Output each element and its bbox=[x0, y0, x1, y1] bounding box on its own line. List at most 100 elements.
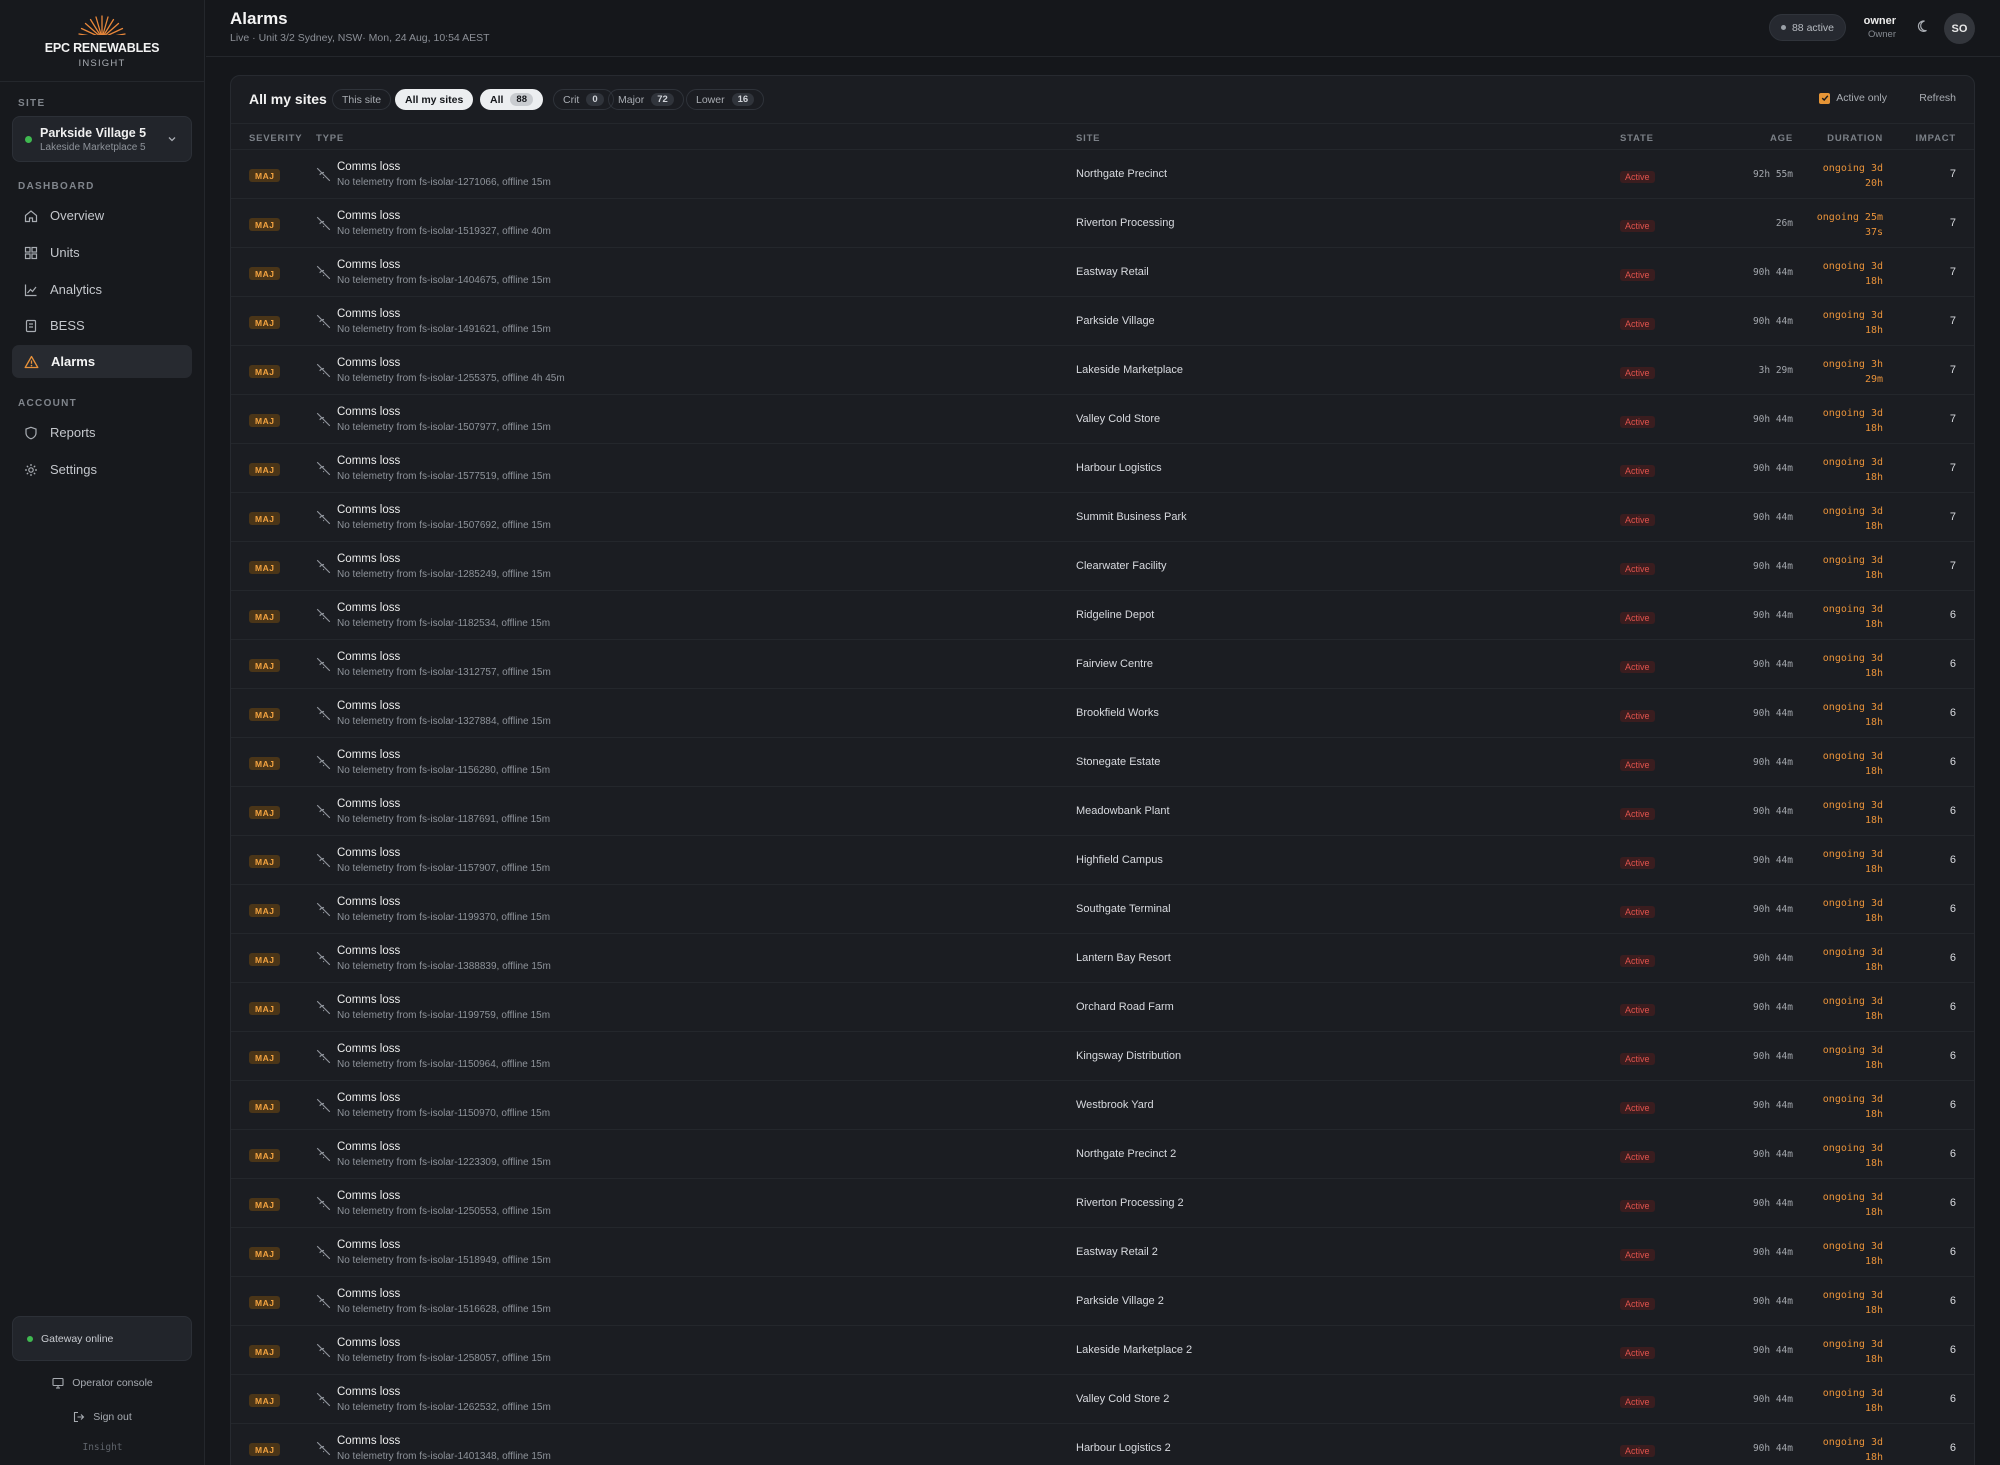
active-count-label: 88 active bbox=[1791, 21, 1834, 34]
nav-item-reports[interactable]: Reports bbox=[12, 416, 192, 449]
table-row[interactable]: MAJ Comms loss No telemetry from fs-isolar… bbox=[231, 983, 1974, 1032]
table-row[interactable]: MAJ Comms loss No telemetry from fs-isolar… bbox=[231, 836, 1974, 885]
scope-all-sites-tab[interactable]: All my sites bbox=[395, 89, 474, 110]
monitor-icon bbox=[52, 1377, 64, 1389]
alarm-site[interactable]: Summit Business Park bbox=[1076, 511, 1187, 523]
operator-console-link[interactable]: Operator console bbox=[0, 1377, 205, 1389]
alarm-site[interactable]: Westbrook Yard bbox=[1076, 1099, 1154, 1111]
filter-crit-chip[interactable]: Crit 0 bbox=[553, 89, 614, 110]
column-age[interactable]: AGE bbox=[1770, 133, 1793, 144]
table-row[interactable]: MAJ Comms loss No telemetry from fs-isolar… bbox=[231, 297, 1974, 346]
alarm-site[interactable]: Northgate Precinct bbox=[1076, 168, 1167, 180]
table-row[interactable]: MAJ Comms loss No telemetry from fs-isolar… bbox=[231, 248, 1974, 297]
alarm-site[interactable]: Harbour Logistics bbox=[1076, 462, 1162, 474]
alarm-type: Comms loss bbox=[337, 1288, 401, 1300]
user-info[interactable]: owner Owner bbox=[1864, 15, 1896, 40]
status-badge: Active bbox=[1620, 367, 1655, 379]
avatar[interactable]: SO bbox=[1944, 13, 1975, 44]
alarm-site[interactable]: Parkside Village 2 bbox=[1076, 1295, 1164, 1307]
nav-item-analytics[interactable]: Analytics bbox=[12, 273, 192, 306]
nav-item-overview[interactable]: Overview bbox=[12, 199, 192, 232]
table-row[interactable]: MAJ Comms loss No telemetry from fs-isolar… bbox=[231, 787, 1974, 836]
alarm-site[interactable]: Valley Cold Store 2 bbox=[1076, 1393, 1169, 1405]
column-site[interactable]: SITE bbox=[1076, 133, 1100, 144]
active-only-checkbox[interactable] bbox=[1819, 92, 1831, 104]
table-row[interactable]: MAJ Comms loss No telemetry from fs-isolar… bbox=[231, 1277, 1974, 1326]
table-row[interactable]: MAJ Comms loss No telemetry from fs-isolar… bbox=[231, 934, 1974, 983]
table-row[interactable]: MAJ Comms loss No telemetry from fs-isolar… bbox=[231, 395, 1974, 444]
table-row[interactable]: MAJ Comms loss No telemetry from fs-isolar… bbox=[231, 738, 1974, 787]
table-row[interactable]: MAJ Comms loss No telemetry from fs-isolar… bbox=[231, 1179, 1974, 1228]
alarm-site[interactable]: Riverton Processing 2 bbox=[1076, 1197, 1184, 1209]
nav-item-alarms[interactable]: Alarms bbox=[12, 345, 192, 378]
table-row[interactable]: MAJ Comms loss No telemetry from fs-isolar… bbox=[231, 444, 1974, 493]
nav-item-bess[interactable]: BESS bbox=[12, 309, 192, 342]
active-count-badge[interactable]: 88 active bbox=[1768, 14, 1846, 41]
table-row[interactable]: MAJ Comms loss No telemetry from fs-isolar… bbox=[231, 885, 1974, 934]
filter-all-chip[interactable]: All 88 bbox=[480, 89, 543, 110]
alarm-site[interactable]: Lakeside Marketplace 2 bbox=[1076, 1344, 1192, 1356]
table-row[interactable]: MAJ Comms loss No telemetry from fs-isolar… bbox=[231, 1081, 1974, 1130]
alarm-site[interactable]: Highfield Campus bbox=[1076, 854, 1163, 866]
table-row[interactable]: MAJ Comms loss No telemetry from fs-isolar… bbox=[231, 1375, 1974, 1424]
alarm-site[interactable]: Valley Cold Store bbox=[1076, 413, 1160, 425]
alarm-duration: ongoing 3d 18h bbox=[1803, 308, 1883, 338]
alarm-site[interactable]: Meadowbank Plant bbox=[1076, 805, 1170, 817]
active-only-toggle[interactable]: Active only bbox=[1819, 92, 1887, 104]
alarm-site[interactable]: Brookfield Works bbox=[1076, 707, 1159, 719]
table-row[interactable]: MAJ Comms loss No telemetry from fs-isolar… bbox=[231, 542, 1974, 591]
alarm-site[interactable]: Stonegate Estate bbox=[1076, 756, 1160, 768]
filter-major-chip[interactable]: Major 72 bbox=[608, 89, 684, 110]
duration-line-2: 18h bbox=[1864, 1305, 1883, 1316]
sign-out-link[interactable]: Sign out bbox=[0, 1411, 205, 1423]
table-row[interactable]: MAJ Comms loss No telemetry from fs-isolar… bbox=[231, 1228, 1974, 1277]
alarm-site[interactable]: Clearwater Facility bbox=[1076, 560, 1166, 572]
column-state[interactable]: STATE bbox=[1620, 133, 1654, 144]
table-row[interactable]: MAJ Comms loss No telemetry from fs-isolar… bbox=[231, 689, 1974, 738]
duration-line-1: ongoing 3d bbox=[1822, 1143, 1883, 1154]
scope-this-site-tab[interactable]: This site bbox=[332, 89, 392, 110]
column-impact[interactable]: IMPACT bbox=[1915, 133, 1956, 144]
nav-item-settings[interactable]: Settings bbox=[12, 453, 192, 486]
alarm-site[interactable]: Northgate Precinct 2 bbox=[1076, 1148, 1176, 1160]
alarm-site[interactable]: Ridgeline Depot bbox=[1076, 609, 1154, 621]
signal-off-icon bbox=[316, 902, 331, 917]
table-row[interactable]: MAJ Comms loss No telemetry from fs-isolar… bbox=[231, 1326, 1974, 1375]
alarm-site[interactable]: Kingsway Distribution bbox=[1076, 1050, 1181, 1062]
alarm-site[interactable]: Lakeside Marketplace bbox=[1076, 364, 1183, 376]
table-row[interactable]: MAJ Comms loss No telemetry from fs-isolar… bbox=[231, 199, 1974, 248]
gateway-status-label: Gateway online bbox=[41, 1332, 114, 1345]
severity-badge: MAJ bbox=[249, 659, 281, 672]
table-row[interactable]: MAJ Comms loss No telemetry from fs-isolar… bbox=[231, 591, 1974, 640]
alarm-site[interactable]: Lantern Bay Resort bbox=[1076, 952, 1171, 964]
alarm-site[interactable]: Parkside Village bbox=[1076, 315, 1155, 327]
alarm-site[interactable]: Eastway Retail 2 bbox=[1076, 1246, 1158, 1258]
refresh-button[interactable]: Refresh bbox=[1919, 92, 1956, 104]
duration-line-1: ongoing 3d bbox=[1822, 947, 1883, 958]
table-row[interactable]: MAJ Comms loss No telemetry from fs-isolar… bbox=[231, 346, 1974, 395]
table-row[interactable]: MAJ Comms loss No telemetry from fs-isolar… bbox=[231, 1032, 1974, 1081]
status-badge: Active bbox=[1620, 1102, 1655, 1114]
alarm-site[interactable]: Southgate Terminal bbox=[1076, 903, 1171, 915]
table-row[interactable]: MAJ Comms loss No telemetry from fs-isolar… bbox=[231, 640, 1974, 689]
column-duration[interactable]: DURATION bbox=[1827, 133, 1883, 144]
alarm-site[interactable]: Eastway Retail bbox=[1076, 266, 1149, 278]
column-severity[interactable]: SEVERITY bbox=[249, 133, 302, 144]
brand-logo[interactable]: EPC RENEWABLES INSIGHT bbox=[0, 0, 204, 82]
alarm-age: 90h 44m bbox=[1752, 1296, 1793, 1307]
alarm-site[interactable]: Harbour Logistics 2 bbox=[1076, 1442, 1171, 1454]
filter-lower-chip[interactable]: Lower 16 bbox=[686, 89, 765, 110]
table-row[interactable]: MAJ Comms loss No telemetry from fs-isolar… bbox=[231, 1130, 1974, 1179]
table-row[interactable]: MAJ Comms loss No telemetry from fs-isolar… bbox=[231, 150, 1974, 199]
alarm-site[interactable]: Fairview Centre bbox=[1076, 658, 1153, 670]
table-row[interactable]: MAJ Comms loss No telemetry from fs-isolar… bbox=[231, 493, 1974, 542]
table-row[interactable]: MAJ Comms loss No telemetry from fs-isolar… bbox=[231, 1424, 1974, 1465]
nav-item-units[interactable]: Units bbox=[12, 236, 192, 269]
theme-toggle-moon-icon[interactable] bbox=[1916, 19, 1931, 34]
alarm-site[interactable]: Riverton Processing bbox=[1076, 217, 1174, 229]
column-type[interactable]: TYPE bbox=[316, 133, 344, 144]
alarm-description: No telemetry from fs-isolar-1262532, off… bbox=[337, 1402, 551, 1413]
alarm-site[interactable]: Orchard Road Farm bbox=[1076, 1001, 1174, 1013]
duration-line-2: 18h bbox=[1864, 1256, 1883, 1267]
site-selector[interactable]: Parkside Village 5 Lakeside Marketplace … bbox=[12, 116, 192, 162]
